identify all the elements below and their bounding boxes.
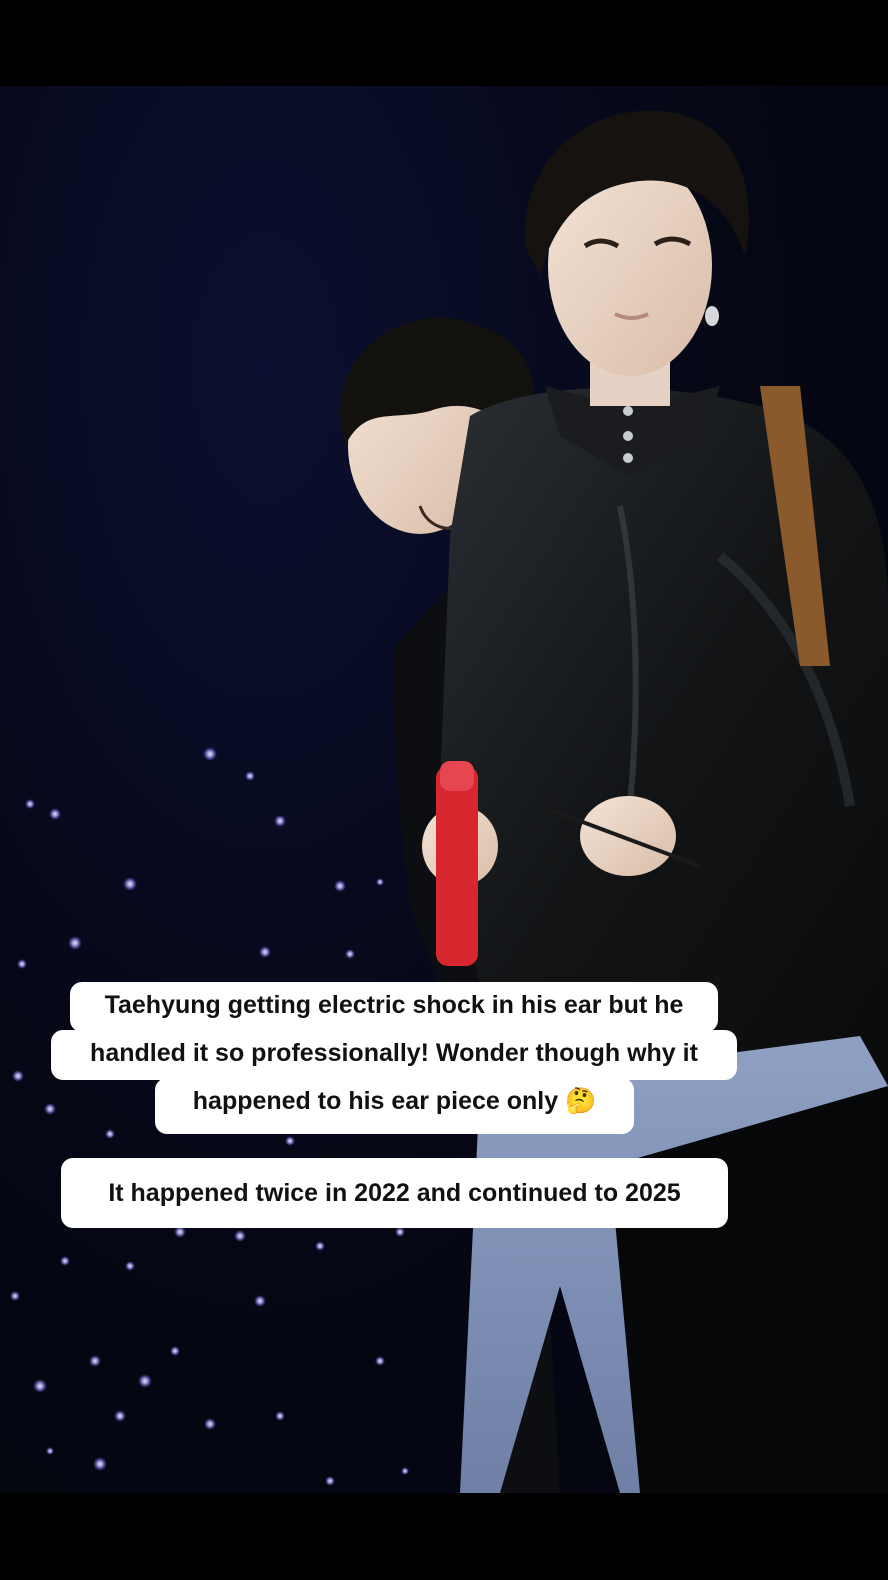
- caption-1-line-1: Taehyung getting electric shock in his e…: [70, 982, 718, 1032]
- caption-2: It happened twice in 2022 and continued …: [61, 1158, 728, 1228]
- video-scene: [10, 110, 888, 1493]
- caption-1-line-2: handled it so professionally! Wonder tho…: [51, 1030, 737, 1080]
- bottom-black-bar: [0, 1493, 888, 1580]
- top-black-bar: [0, 0, 888, 86]
- caption-1-line-3: happened to his ear piece only 🤔: [155, 1078, 634, 1134]
- main-person: [422, 110, 888, 1493]
- video-frame[interactable]: [0, 86, 888, 1493]
